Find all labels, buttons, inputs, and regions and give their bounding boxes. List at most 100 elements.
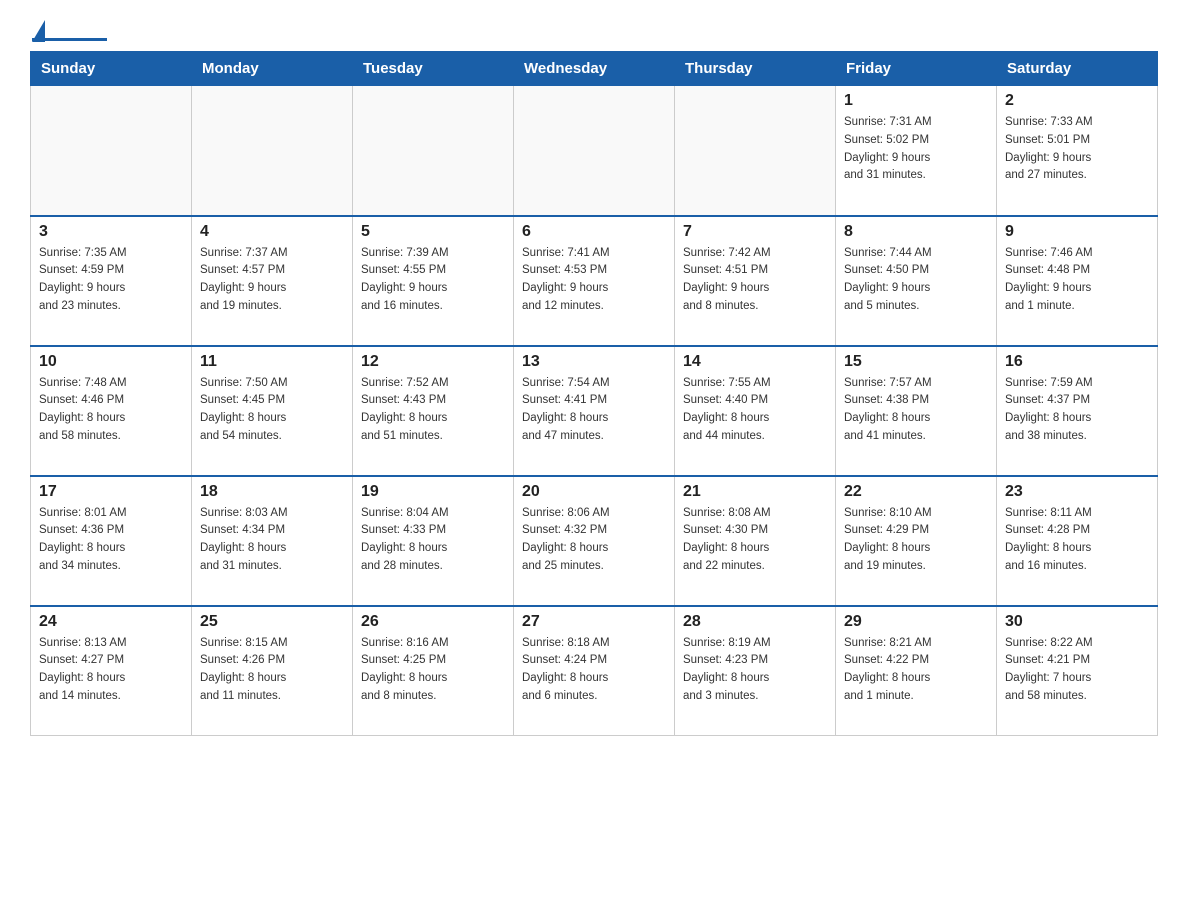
calendar-cell	[192, 86, 353, 216]
calendar-cell: 1 Sunrise: 7:31 AM Sunset: 5:02 PM Daylig…	[836, 86, 997, 216]
calendar-cell: 27 Sunrise: 8:18 AM Sunset: 4:24 PM Dayli…	[514, 606, 675, 736]
day-info: Sunrise: 8:10 AM Sunset: 4:29 PM Dayligh…	[844, 505, 988, 576]
day-number: 13	[522, 353, 666, 371]
calendar-cell: 30 Sunrise: 8:22 AM Sunset: 4:21 PM Dayli…	[997, 606, 1158, 736]
calendar-cell: 7 Sunrise: 7:42 AM Sunset: 4:51 PM Daylig…	[675, 216, 836, 346]
day-info: Sunrise: 7:37 AM Sunset: 4:57 PM Dayligh…	[200, 245, 344, 316]
calendar-cell: 23 Sunrise: 8:11 AM Sunset: 4:28 PM Dayli…	[997, 476, 1158, 606]
logo	[30, 20, 113, 41]
calendar-cell	[514, 86, 675, 216]
day-number: 29	[844, 613, 988, 631]
calendar-table: SundayMondayTuesdayWednesdayThursdayFrid…	[30, 51, 1158, 736]
calendar-cell: 5 Sunrise: 7:39 AM Sunset: 4:55 PM Daylig…	[353, 216, 514, 346]
day-info: Sunrise: 7:33 AM Sunset: 5:01 PM Dayligh…	[1005, 114, 1149, 185]
day-info: Sunrise: 8:01 AM Sunset: 4:36 PM Dayligh…	[39, 505, 183, 576]
day-info: Sunrise: 7:39 AM Sunset: 4:55 PM Dayligh…	[361, 245, 505, 316]
calendar-week-row: 3 Sunrise: 7:35 AM Sunset: 4:59 PM Daylig…	[31, 216, 1158, 346]
weekday-header-sunday: Sunday	[31, 52, 192, 86]
day-number: 7	[683, 223, 827, 241]
calendar-cell: 25 Sunrise: 8:15 AM Sunset: 4:26 PM Dayli…	[192, 606, 353, 736]
day-number: 12	[361, 353, 505, 371]
calendar-cell: 2 Sunrise: 7:33 AM Sunset: 5:01 PM Daylig…	[997, 86, 1158, 216]
day-number: 1	[844, 92, 988, 110]
day-info: Sunrise: 7:50 AM Sunset: 4:45 PM Dayligh…	[200, 375, 344, 446]
day-info: Sunrise: 8:22 AM Sunset: 4:21 PM Dayligh…	[1005, 635, 1149, 706]
day-info: Sunrise: 8:04 AM Sunset: 4:33 PM Dayligh…	[361, 505, 505, 576]
day-number: 22	[844, 483, 988, 501]
day-info: Sunrise: 8:13 AM Sunset: 4:27 PM Dayligh…	[39, 635, 183, 706]
day-number: 25	[200, 613, 344, 631]
weekday-header-monday: Monday	[192, 52, 353, 86]
day-number: 2	[1005, 92, 1149, 110]
calendar-cell: 29Sunrise: 8:21 AM Sunset: 4:22 PM Dayli…	[836, 606, 997, 736]
day-info: Sunrise: 7:46 AM Sunset: 4:48 PM Dayligh…	[1005, 245, 1149, 316]
day-info: Sunrise: 7:55 AM Sunset: 4:40 PM Dayligh…	[683, 375, 827, 446]
calendar-cell: 15Sunrise: 7:57 AM Sunset: 4:38 PM Dayli…	[836, 346, 997, 476]
calendar-cell: 22 Sunrise: 8:10 AM Sunset: 4:29 PM Dayli…	[836, 476, 997, 606]
day-number: 18	[200, 483, 344, 501]
calendar-cell: 9 Sunrise: 7:46 AM Sunset: 4:48 PM Daylig…	[997, 216, 1158, 346]
weekday-header-thursday: Thursday	[675, 52, 836, 86]
calendar-cell: 28Sunrise: 8:19 AM Sunset: 4:23 PM Dayli…	[675, 606, 836, 736]
day-info: Sunrise: 8:08 AM Sunset: 4:30 PM Dayligh…	[683, 505, 827, 576]
calendar-cell: 8Sunrise: 7:44 AM Sunset: 4:50 PM Daylig…	[836, 216, 997, 346]
calendar-cell	[353, 86, 514, 216]
calendar-cell: 16 Sunrise: 7:59 AM Sunset: 4:37 PM Dayli…	[997, 346, 1158, 476]
day-number: 26	[361, 613, 505, 631]
calendar-week-row: 24 Sunrise: 8:13 AM Sunset: 4:27 PM Dayli…	[31, 606, 1158, 736]
calendar-cell: 21 Sunrise: 8:08 AM Sunset: 4:30 PM Dayli…	[675, 476, 836, 606]
day-info: Sunrise: 7:41 AM Sunset: 4:53 PM Dayligh…	[522, 245, 666, 316]
weekday-header-friday: Friday	[836, 52, 997, 86]
day-info: Sunrise: 7:48 AM Sunset: 4:46 PM Dayligh…	[39, 375, 183, 446]
day-number: 24	[39, 613, 183, 631]
calendar-cell: 19 Sunrise: 8:04 AM Sunset: 4:33 PM Dayli…	[353, 476, 514, 606]
calendar-cell: 14 Sunrise: 7:55 AM Sunset: 4:40 PM Dayli…	[675, 346, 836, 476]
day-number: 21	[683, 483, 827, 501]
page-header	[30, 20, 1158, 41]
day-number: 30	[1005, 613, 1149, 631]
day-number: 23	[1005, 483, 1149, 501]
day-number: 11	[200, 353, 344, 371]
day-info: Sunrise: 8:19 AM Sunset: 4:23 PM Dayligh…	[683, 635, 827, 706]
calendar-week-row: 17Sunrise: 8:01 AM Sunset: 4:36 PM Dayli…	[31, 476, 1158, 606]
calendar-cell: 6Sunrise: 7:41 AM Sunset: 4:53 PM Daylig…	[514, 216, 675, 346]
day-number: 20	[522, 483, 666, 501]
calendar-cell: 4 Sunrise: 7:37 AM Sunset: 4:57 PM Daylig…	[192, 216, 353, 346]
day-info: Sunrise: 8:11 AM Sunset: 4:28 PM Dayligh…	[1005, 505, 1149, 576]
day-info: Sunrise: 8:03 AM Sunset: 4:34 PM Dayligh…	[200, 505, 344, 576]
calendar-cell: 18 Sunrise: 8:03 AM Sunset: 4:34 PM Dayli…	[192, 476, 353, 606]
day-number: 27	[522, 613, 666, 631]
day-number: 14	[683, 353, 827, 371]
day-number: 16	[1005, 353, 1149, 371]
calendar-cell: 12 Sunrise: 7:52 AM Sunset: 4:43 PM Dayli…	[353, 346, 514, 476]
calendar-cell: 26 Sunrise: 8:16 AM Sunset: 4:25 PM Dayli…	[353, 606, 514, 736]
day-info: Sunrise: 7:35 AM Sunset: 4:59 PM Dayligh…	[39, 245, 183, 316]
day-number: 19	[361, 483, 505, 501]
day-info: Sunrise: 7:42 AM Sunset: 4:51 PM Dayligh…	[683, 245, 827, 316]
day-info: Sunrise: 7:59 AM Sunset: 4:37 PM Dayligh…	[1005, 375, 1149, 446]
day-info: Sunrise: 7:52 AM Sunset: 4:43 PM Dayligh…	[361, 375, 505, 446]
day-number: 3	[39, 223, 183, 241]
day-info: Sunrise: 7:57 AM Sunset: 4:38 PM Dayligh…	[844, 375, 988, 446]
day-info: Sunrise: 7:54 AM Sunset: 4:41 PM Dayligh…	[522, 375, 666, 446]
day-number: 4	[200, 223, 344, 241]
day-number: 10	[39, 353, 183, 371]
calendar-cell: 3 Sunrise: 7:35 AM Sunset: 4:59 PM Daylig…	[31, 216, 192, 346]
day-info: Sunrise: 7:44 AM Sunset: 4:50 PM Dayligh…	[844, 245, 988, 316]
day-info: Sunrise: 8:06 AM Sunset: 4:32 PM Dayligh…	[522, 505, 666, 576]
weekday-header-tuesday: Tuesday	[353, 52, 514, 86]
calendar-cell: 13 Sunrise: 7:54 AM Sunset: 4:41 PM Dayli…	[514, 346, 675, 476]
day-info: Sunrise: 8:15 AM Sunset: 4:26 PM Dayligh…	[200, 635, 344, 706]
day-number: 9	[1005, 223, 1149, 241]
calendar-cell: 20 Sunrise: 8:06 AM Sunset: 4:32 PM Dayli…	[514, 476, 675, 606]
day-info: Sunrise: 8:16 AM Sunset: 4:25 PM Dayligh…	[361, 635, 505, 706]
calendar-cell: 11 Sunrise: 7:50 AM Sunset: 4:45 PM Dayli…	[192, 346, 353, 476]
weekday-header-row: SundayMondayTuesdayWednesdayThursdayFrid…	[31, 52, 1158, 86]
day-number: 5	[361, 223, 505, 241]
day-info: Sunrise: 8:18 AM Sunset: 4:24 PM Dayligh…	[522, 635, 666, 706]
weekday-header-wednesday: Wednesday	[514, 52, 675, 86]
calendar-cell: 10 Sunrise: 7:48 AM Sunset: 4:46 PM Dayli…	[31, 346, 192, 476]
calendar-cell: 24 Sunrise: 8:13 AM Sunset: 4:27 PM Dayli…	[31, 606, 192, 736]
calendar-cell: 17Sunrise: 8:01 AM Sunset: 4:36 PM Dayli…	[31, 476, 192, 606]
day-info: Sunrise: 7:31 AM Sunset: 5:02 PM Dayligh…	[844, 114, 988, 185]
